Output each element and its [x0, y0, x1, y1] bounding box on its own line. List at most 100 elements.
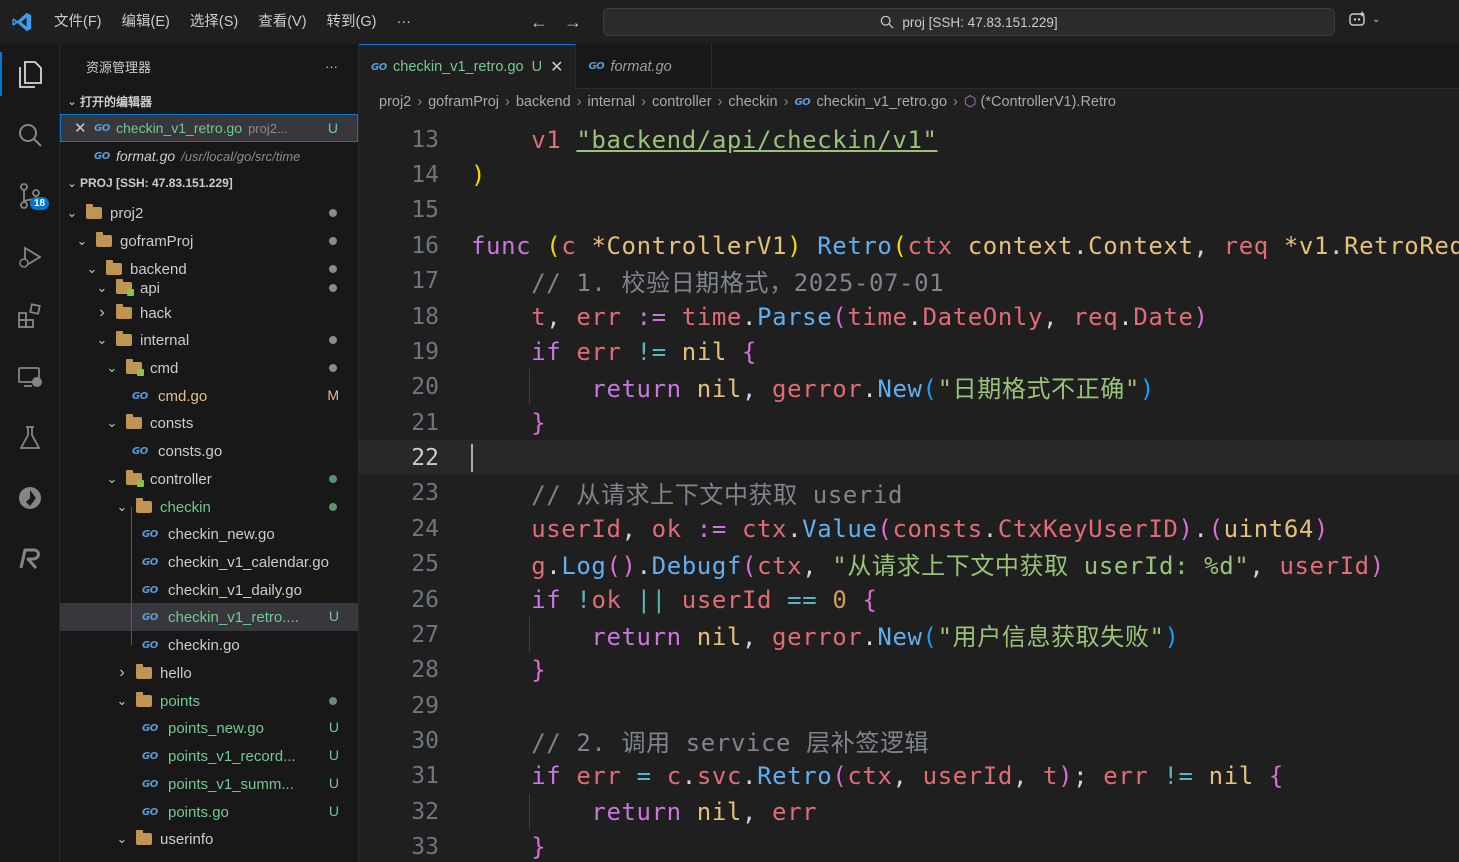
tree-folder[interactable]: ⌄ goframProj [60, 227, 358, 255]
tree-folder[interactable]: ⌄ controller [60, 465, 358, 493]
tree-label: controller [150, 470, 212, 488]
menu-more[interactable]: ··· [386, 0, 421, 44]
tree-file[interactable]: GO cmd.go M [60, 382, 358, 410]
tree-folder[interactable]: ⌄ api [60, 274, 358, 302]
breadcrumb-item[interactable]: (*ControllerV1).Retro [981, 94, 1116, 110]
more-actions-icon[interactable]: ··· [325, 59, 338, 74]
copilot-menu[interactable]: ⌄ [1348, 10, 1380, 28]
git-status-dot [329, 336, 337, 344]
breadcrumb-item[interactable]: checkin [728, 94, 777, 110]
code-line: 27 return nil, gerror.New("用户信息获取失败") [411, 621, 1180, 652]
tree-label: userinfo [160, 830, 214, 848]
go-file-icon: GO [142, 639, 158, 651]
breadcrumb-item[interactable]: backend [516, 94, 571, 110]
tree-file[interactable]: GO points_new.go U [60, 714, 358, 742]
forward-arrow-icon[interactable]: → [564, 12, 582, 33]
breadcrumb-item[interactable]: internal [588, 94, 636, 110]
code-line: 20 return nil, gerror.New("日期格式不正确") [411, 373, 1155, 404]
menu-file[interactable]: 文件(F) [44, 0, 112, 44]
go-file-icon: GO [94, 150, 110, 162]
chevron-down-icon: ⌄ [116, 693, 128, 708]
extension-r-icon[interactable] [0, 532, 60, 584]
chevron-right-icon: › [505, 94, 510, 110]
open-editor-item[interactable]: GO format.go /usr/local/go/src/time [60, 142, 358, 170]
breadcrumb-item[interactable]: checkin_v1_retro.go [816, 94, 947, 110]
vscode-logo-icon[interactable] [0, 0, 44, 44]
tab-checkin-retro[interactable]: GO checkin_v1_retro.go U ✕ [359, 44, 577, 89]
tree-file[interactable]: GO consts.go [60, 437, 358, 465]
command-center[interactable]: proj [SSH: 47.83.151.229] [603, 8, 1335, 36]
code-line: 15 [411, 196, 439, 223]
folder-icon [126, 359, 144, 376]
tree-folder[interactable]: ⌄ checkin [60, 493, 358, 521]
breadcrumb-item[interactable]: controller [652, 94, 712, 110]
breadcrumb-item[interactable]: goframProj [428, 94, 499, 110]
tree-file[interactable]: GO checkin.go [60, 631, 358, 659]
breadcrumb: proj2 › goframProj › backend › internal › co… [359, 89, 1459, 115]
tree-file[interactable]: GO checkin_v1_daily.go [60, 576, 358, 604]
code-line: 16 func (c *ControllerV1) Retro(ctx conte… [411, 231, 1459, 260]
go-file-icon: GO [142, 722, 158, 734]
code-line: 33 } [411, 832, 547, 861]
chevron-down-icon: ⌄ [96, 280, 108, 295]
tree-file[interactable]: GO points_v1_summ... U [60, 770, 358, 798]
tree-file[interactable]: GO checkin_v1_retro.... U [60, 603, 358, 631]
open-editor-item[interactable]: ✕ GO checkin_v1_retro.go proj2... U [60, 114, 358, 142]
tree-file[interactable]: GO points_v1_record... U [60, 742, 358, 770]
tree-folder[interactable]: › hello [60, 659, 358, 687]
chevron-right-icon: › [417, 94, 423, 110]
back-arrow-icon[interactable]: ← [530, 12, 548, 33]
code-line: 26 if !ok || userId == 0 { [411, 585, 878, 614]
close-icon[interactable]: ✕ [74, 119, 94, 137]
git-status-dot [329, 503, 337, 511]
folder-icon [86, 204, 102, 219]
tree-folder[interactable]: ⌄ cmd [60, 354, 358, 382]
code-line: 30 // 2. 调用 service 层补签逻辑 [411, 727, 930, 758]
testing-flask-icon[interactable] [0, 412, 60, 464]
tree-file[interactable]: GO checkin_v1_calendar.go [60, 548, 358, 576]
explorer-icon[interactable] [0, 48, 60, 100]
folder-icon [136, 664, 152, 679]
open-editors-header[interactable]: ⌄ 打开的编辑器 [60, 88, 358, 114]
git-status-letter: M [327, 387, 339, 403]
menu-selection[interactable]: 选择(S) [180, 0, 248, 44]
tree-file[interactable]: GO checkin_new.go [60, 520, 358, 548]
menu-go[interactable]: 转到(G) [317, 0, 387, 44]
tree-file[interactable]: GO points.go U [60, 798, 358, 826]
chevron-down-icon: ⌄ [116, 499, 128, 514]
code-line-current: 22 [359, 440, 1459, 476]
tree-label: points_new.go [168, 719, 264, 737]
tree-label: points_v1_record... [168, 747, 296, 765]
project-root-header[interactable]: ⌄ PROJ [SSH: 47.83.151.229] [60, 170, 358, 196]
tree-label: checkin_v1_daily.go [168, 581, 302, 599]
breadcrumb-item[interactable]: proj2 [379, 94, 411, 110]
run-debug-icon[interactable] [0, 231, 60, 283]
remote-explorer-icon[interactable] [0, 351, 60, 403]
code-editor[interactable]: 13 v1 "backend/api/checkin/v1" 14) 15 16… [359, 115, 1459, 862]
folder-icon [126, 414, 142, 429]
code-line: 25 g.Log().Debugf(ctx, "从请求上下文中获取 userId… [411, 550, 1385, 581]
extensions-icon[interactable] [0, 290, 60, 342]
menu-view[interactable]: 查看(V) [248, 0, 316, 44]
git-status-letter: U [328, 719, 339, 735]
tree-folder[interactable]: › hack [60, 299, 358, 327]
chevron-down-icon: ⌄ [67, 95, 77, 108]
chevron-down-icon: ⌄ [67, 177, 77, 190]
tree-folder[interactable]: ⌄ consts [60, 409, 358, 437]
method-cube-icon: ⬡ [963, 94, 977, 110]
tree-folder[interactable]: ⌄ proj2 [60, 199, 358, 227]
go-file-icon: GO [132, 390, 148, 402]
tree-folder[interactable]: ⌄ userinfo [60, 825, 358, 853]
tree-folder[interactable]: ⌄ internal [60, 326, 358, 354]
tree-folder[interactable]: ⌄ points [60, 687, 358, 715]
git-status-letter: U [328, 608, 339, 624]
close-icon[interactable]: ✕ [550, 57, 563, 77]
search-icon[interactable] [0, 109, 60, 161]
gitlens-icon[interactable] [0, 472, 60, 524]
source-control-icon[interactable]: 18 [0, 170, 60, 222]
menu-edit[interactable]: 编辑(E) [112, 0, 180, 44]
folder-icon [116, 331, 132, 346]
tab-format[interactable]: GO format.go [576, 44, 713, 89]
tree-indent-guide [131, 507, 132, 645]
chevron-right-icon: › [717, 94, 723, 110]
